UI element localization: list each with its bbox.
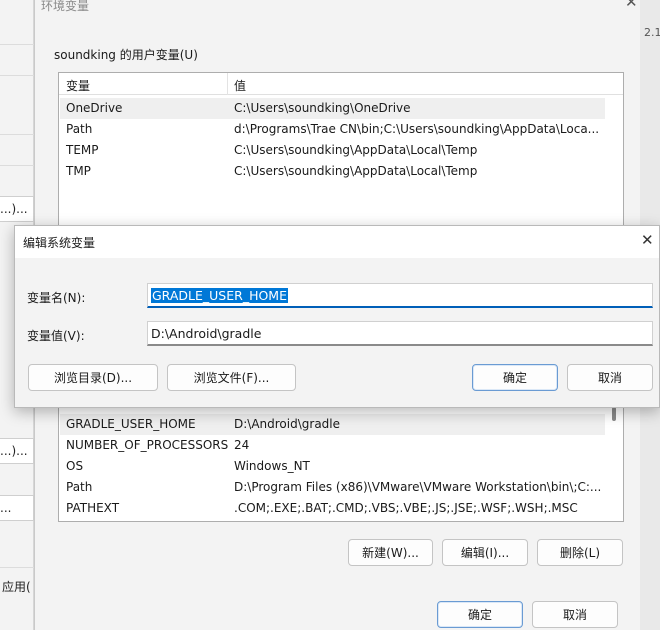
variable-value: C:\Users\soundking\AppData\Local\Temp bbox=[234, 164, 478, 178]
variable-name: NUMBER_OF_PROCESSORS bbox=[66, 438, 229, 452]
variable-name-value: GRADLE_USER_HOME bbox=[151, 288, 288, 303]
variable-value: d:\Programs\Trae CN\bin;C:\Users\soundki… bbox=[234, 122, 600, 136]
variable-value-field[interactable]: D:\Android\gradle bbox=[147, 321, 653, 346]
variable-name-label: 变量名(N): bbox=[27, 291, 86, 305]
variable-name: TMP bbox=[66, 164, 91, 178]
divider bbox=[0, 75, 34, 76]
close-icon[interactable]: ✕ bbox=[625, 0, 638, 10]
divider bbox=[0, 44, 34, 45]
browse-directory-button[interactable]: 浏览目录(D)... bbox=[28, 364, 158, 391]
variable-name: GRADLE_USER_HOME bbox=[66, 417, 196, 431]
dialog-cancel-button[interactable]: 取消 bbox=[567, 364, 653, 391]
dialog-ok-button[interactable]: 确定 bbox=[472, 364, 558, 391]
variable-name: Path bbox=[66, 480, 93, 494]
list-item[interactable]: OneDrive C:\Users\soundking\OneDrive bbox=[60, 98, 605, 119]
bg-button-2-label: ...)... bbox=[0, 444, 28, 458]
bg-button-2[interactable]: ...)... bbox=[0, 438, 34, 464]
variable-value: D:\Android\gradle bbox=[234, 417, 341, 431]
list-item[interactable]: PATHEXT .COM;.EXE;.BAT;.CMD;.VBS;.VBE;.J… bbox=[60, 498, 605, 519]
bg-button-1-label: ...)... bbox=[0, 202, 28, 216]
edge-text: 2.1 bbox=[644, 26, 660, 39]
list-item[interactable]: Path d:\Programs\Trae CN\bin;C:\Users\so… bbox=[60, 119, 605, 140]
variable-name-field[interactable]: GRADLE_USER_HOME bbox=[147, 283, 653, 308]
delete-button[interactable]: 删除(L) bbox=[537, 539, 623, 566]
variable-value: D:\Program Files (x86)\VMware\VMware Wor… bbox=[234, 480, 602, 494]
list-item[interactable]: TEMP C:\Users\soundking\AppData\Local\Te… bbox=[60, 140, 605, 161]
variable-value-label: 变量值(V): bbox=[27, 329, 85, 343]
variable-value: Windows_NT bbox=[234, 459, 310, 473]
variable-name: Path bbox=[66, 122, 93, 136]
user-variables-list[interactable]: 变量 值 OneDrive C:\Users\soundking\OneDriv… bbox=[58, 72, 624, 232]
divider bbox=[0, 567, 34, 568]
divider bbox=[0, 165, 34, 166]
dialog-title-bar[interactable]: 编辑系统变量 ✕ bbox=[15, 226, 659, 258]
bg-button-3-label: ... bbox=[0, 501, 12, 515]
list-header: 变量 值 bbox=[59, 73, 623, 95]
new-button[interactable]: 新建(W)... bbox=[348, 539, 433, 566]
dialog-title: 编辑系统变量 bbox=[23, 236, 96, 250]
list-item[interactable]: TMP C:\Users\soundking\AppData\Local\Tem… bbox=[60, 161, 605, 182]
bg-button-3[interactable]: ... bbox=[0, 495, 34, 521]
list-item[interactable]: Path D:\Program Files (x86)\VMware\VMwar… bbox=[60, 477, 605, 498]
variable-name: OneDrive bbox=[66, 101, 123, 115]
window-title: 环境变量 bbox=[41, 0, 90, 13]
variable-value: C:\Users\soundking\OneDrive bbox=[234, 101, 411, 115]
variable-value-value: D:\Android\gradle bbox=[151, 326, 262, 341]
column-header-value[interactable]: 值 bbox=[234, 77, 246, 94]
browse-file-button[interactable]: 浏览文件(F)... bbox=[167, 364, 296, 391]
system-variables-list[interactable]: GRADLE_USER_HOME D:\Android\gradle NUMBE… bbox=[58, 392, 624, 522]
variable-name: OS bbox=[66, 459, 84, 473]
variable-value: 24 bbox=[234, 438, 250, 452]
variable-name: TEMP bbox=[66, 143, 99, 157]
column-divider[interactable] bbox=[227, 73, 228, 95]
column-header-variable[interactable]: 变量 bbox=[66, 77, 90, 94]
variable-value: C:\Users\soundking\AppData\Local\Temp bbox=[234, 143, 478, 157]
divider bbox=[0, 134, 34, 135]
cancel-button[interactable]: 取消 bbox=[532, 601, 618, 628]
list-item[interactable]: NUMBER_OF_PROCESSORS 24 bbox=[60, 435, 605, 456]
list-item[interactable]: GRADLE_USER_HOME D:\Android\gradle bbox=[60, 414, 605, 435]
list-item[interactable]: OS Windows_NT bbox=[60, 456, 605, 477]
bg-button-1[interactable]: ...)... bbox=[0, 196, 34, 222]
scrollbar-thumb[interactable] bbox=[612, 407, 616, 421]
user-variables-label: soundking 的用户变量(U) bbox=[54, 48, 198, 62]
variable-name: PATHEXT bbox=[66, 501, 120, 515]
edit-button[interactable]: 编辑(I)... bbox=[442, 539, 528, 566]
ok-button[interactable]: 确定 bbox=[437, 601, 523, 628]
edit-system-variable-dialog: 编辑系统变量 ✕ 变量名(N): GRADLE_USER_HOME 变量值(V)… bbox=[14, 225, 660, 408]
variable-value: .COM;.EXE;.BAT;.CMD;.VBS;.VBE;.JS;.JSE;.… bbox=[234, 501, 578, 515]
close-icon[interactable]: ✕ bbox=[641, 232, 654, 248]
bg-apply-button[interactable]: 应用( bbox=[2, 578, 31, 595]
